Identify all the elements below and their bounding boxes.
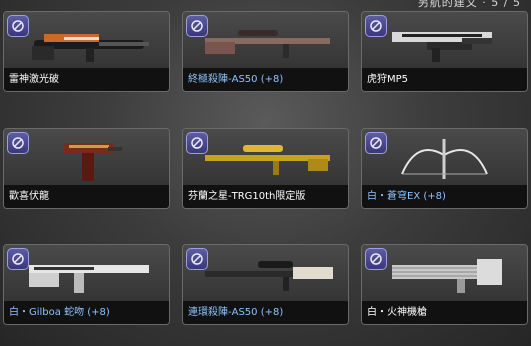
- weapon-name: 白・Gilboa 蛇吻 (+8): [9, 307, 110, 318]
- weapon-type-badge: [365, 15, 387, 37]
- weapon-name: 終極殺陣-AS50 (+8): [188, 74, 284, 85]
- weapon-card-9[interactable]: 白・火神機槍: [361, 244, 528, 325]
- weapon-card-1[interactable]: 雷神激光破: [3, 11, 170, 92]
- grenade-icon: [191, 253, 203, 265]
- weapon-card-2[interactable]: 終極殺陣-AS50 (+8): [182, 11, 349, 92]
- weapon-type-badge: [7, 15, 29, 37]
- weapon-type-badge: [186, 132, 208, 154]
- weapon-name: 歡喜伏龍: [9, 191, 49, 202]
- weapon-card-5[interactable]: 芬蘭之星-TRG10th限定版: [182, 128, 349, 209]
- weapon-type-badge: [365, 132, 387, 154]
- weapon-card-7[interactable]: 白・Gilboa 蛇吻 (+8): [3, 244, 170, 325]
- weapon-card-4[interactable]: 歡喜伏龍: [3, 128, 170, 209]
- grenade-icon: [12, 20, 24, 32]
- weapon-type-badge: [186, 15, 208, 37]
- weapon-type-badge: [186, 248, 208, 270]
- weapon-name: 白・蒼穹EX (+8): [367, 191, 446, 202]
- grenade-icon: [12, 253, 24, 265]
- weapon-type-badge: [7, 132, 29, 154]
- weapon-name: 連環殺陣-AS50 (+8): [188, 307, 284, 318]
- weapon-grid: 雷神激光破 終極殺陣-AS50 (+8) 虎狩MP5 歡喜伏龍 芬蘭之星-TRG…: [0, 0, 531, 346]
- grenade-icon: [191, 137, 203, 149]
- weapon-card-6[interactable]: 白・蒼穹EX (+8): [361, 128, 528, 209]
- weapon-type-badge: [365, 248, 387, 270]
- weapon-name: 芬蘭之星-TRG10th限定版: [188, 191, 306, 202]
- grenade-icon: [370, 137, 382, 149]
- weapon-name: 雷神激光破: [9, 74, 59, 85]
- weapon-name: 虎狩MP5: [367, 74, 409, 85]
- weapon-card-8[interactable]: 連環殺陣-AS50 (+8): [182, 244, 349, 325]
- weapon-type-badge: [7, 248, 29, 270]
- weapon-name: 白・火神機槍: [367, 307, 427, 318]
- grenade-icon: [12, 137, 24, 149]
- grenade-icon: [370, 20, 382, 32]
- grenade-icon: [191, 20, 203, 32]
- weapon-card-3[interactable]: 虎狩MP5: [361, 11, 528, 92]
- grenade-icon: [370, 253, 382, 265]
